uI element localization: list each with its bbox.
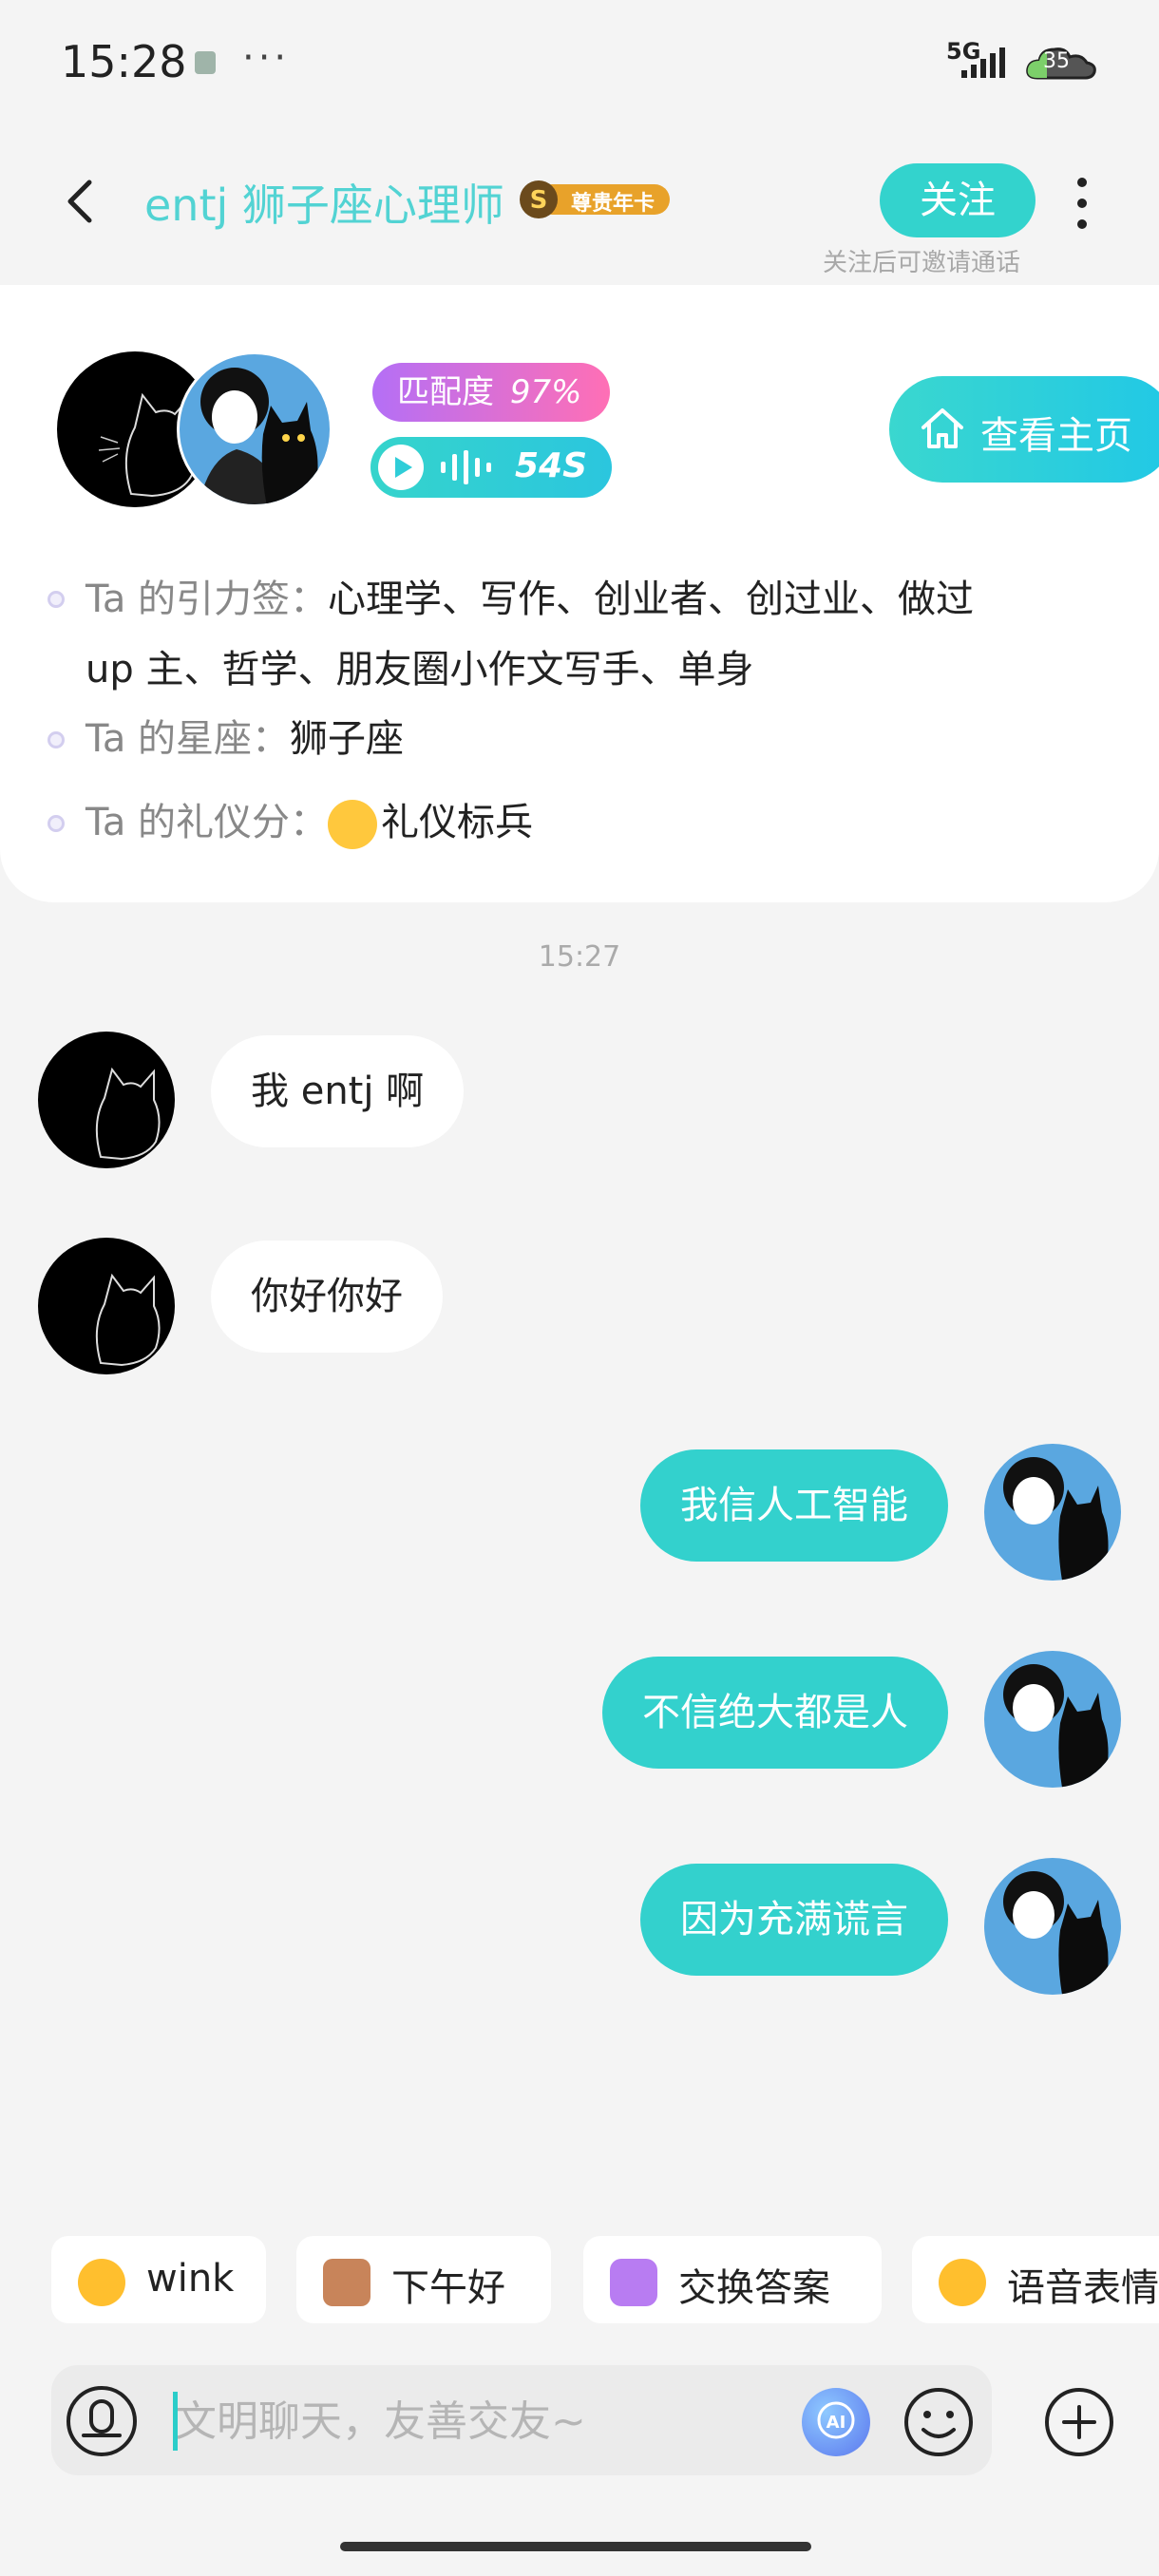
play-icon bbox=[378, 445, 424, 490]
tags-value-line1: 心理学、写作、创业者、创过业、做过 bbox=[328, 578, 975, 621]
my-avatar[interactable] bbox=[984, 1651, 1121, 1788]
back-icon[interactable] bbox=[61, 175, 99, 228]
voice-duration: 54S bbox=[515, 446, 588, 485]
voice-input-icon[interactable] bbox=[65, 2384, 139, 2458]
message-bubble-in[interactable]: 你好你好 bbox=[211, 1241, 443, 1353]
message-bubble-out[interactable]: 不信绝大都是人 bbox=[602, 1657, 948, 1769]
status-time: 15:28 bbox=[61, 36, 187, 87]
signal-icon bbox=[961, 47, 1005, 78]
etiquette-value: 礼仪标兵 bbox=[381, 801, 534, 844]
follow-button[interactable]: 关注 bbox=[880, 163, 1036, 237]
text-caret bbox=[173, 2392, 178, 2451]
quick-reply-label: 下午好 bbox=[391, 2266, 505, 2310]
quick-reply-voice-emoji[interactable]: 语音表情 bbox=[912, 2236, 1159, 2323]
voice-emoji-icon bbox=[939, 2259, 986, 2306]
emoji-icon[interactable] bbox=[901, 2384, 977, 2460]
waveform-icon bbox=[441, 450, 491, 484]
exchange-icon bbox=[610, 2259, 657, 2306]
message-bubble-out[interactable]: 因为充满谎言 bbox=[640, 1864, 948, 1976]
tags-label: Ta 的引力签： bbox=[86, 578, 329, 621]
my-avatar[interactable] bbox=[984, 1858, 1121, 1995]
my-avatar[interactable] bbox=[177, 351, 332, 507]
chat-timestamp: 15:27 bbox=[538, 940, 621, 974]
home-indicator[interactable] bbox=[340, 2542, 811, 2551]
bullet-icon bbox=[48, 815, 65, 832]
tags-row: Ta 的引力签：心理学、写作、创业者、创过业、做过 up 主、哲学、朋友圈小作文… bbox=[48, 564, 1130, 705]
home-icon bbox=[922, 408, 963, 448]
etiquette-label: Ta 的礼仪分： bbox=[86, 801, 329, 844]
view-homepage-button[interactable]: 查看主页 bbox=[889, 376, 1159, 483]
notification-icon bbox=[195, 51, 216, 74]
more-vertical-icon[interactable] bbox=[1068, 175, 1096, 232]
quick-reply-label: 语音表情 bbox=[1007, 2266, 1159, 2310]
partner-avatar[interactable] bbox=[38, 1238, 175, 1374]
quick-reply-exchange[interactable]: 交换答案 bbox=[583, 2236, 882, 2323]
bullet-icon bbox=[48, 591, 65, 608]
quick-reply-label: wink bbox=[146, 2257, 235, 2301]
match-badge: 匹配度 97% bbox=[372, 363, 610, 422]
message-input[interactable] bbox=[173, 2390, 785, 2453]
chat-title: entj 狮子座心理师 bbox=[144, 180, 504, 231]
etiquette-row: Ta 的礼仪分： 礼仪标兵 bbox=[48, 792, 1130, 853]
quick-reply-afternoon[interactable]: 下午好 bbox=[296, 2236, 551, 2323]
plus-icon[interactable] bbox=[1041, 2384, 1117, 2460]
zodiac-value: 狮子座 bbox=[290, 717, 405, 761]
follow-hint: 关注后可邀请通话 bbox=[823, 249, 1021, 277]
my-avatar[interactable] bbox=[984, 1444, 1121, 1581]
tags-value-line2: up 主、哲学、朋友圈小作文写手、单身 bbox=[86, 648, 754, 691]
battery-level: 35 bbox=[1043, 49, 1070, 73]
quick-reply-label: 交换答案 bbox=[678, 2266, 830, 2310]
svg-text:AI: AI bbox=[826, 2413, 846, 2433]
thinking-face-icon bbox=[328, 800, 378, 849]
view-homepage-label: 查看主页 bbox=[980, 414, 1132, 458]
status-more-icon: ··· bbox=[242, 36, 291, 80]
voice-intro-button[interactable]: 54S bbox=[370, 437, 612, 498]
zodiac-row: Ta 的星座：狮子座 bbox=[48, 709, 1130, 769]
coffee-icon bbox=[323, 2259, 370, 2306]
message-bubble-out[interactable]: 我信人工智能 bbox=[640, 1449, 948, 1562]
battery-icon: 35 bbox=[1024, 44, 1098, 84]
ai-assistant-icon[interactable]: AI bbox=[802, 2388, 870, 2456]
partner-avatar[interactable] bbox=[38, 1032, 175, 1168]
vip-badge: S 尊贵年卡 bbox=[518, 177, 670, 220]
message-bubble-in[interactable]: 我 entj 啊 bbox=[211, 1035, 465, 1147]
bullet-icon bbox=[48, 731, 65, 748]
match-value: 97% bbox=[509, 373, 582, 411]
svg-text:S: S bbox=[530, 186, 548, 215]
quick-reply-wink[interactable]: wink bbox=[51, 2236, 266, 2323]
vip-badge-label: 尊贵年卡 bbox=[571, 192, 656, 216]
zodiac-label: Ta 的星座： bbox=[86, 717, 291, 761]
wink-face-icon bbox=[78, 2259, 125, 2306]
match-label: 匹配度 bbox=[397, 373, 494, 411]
